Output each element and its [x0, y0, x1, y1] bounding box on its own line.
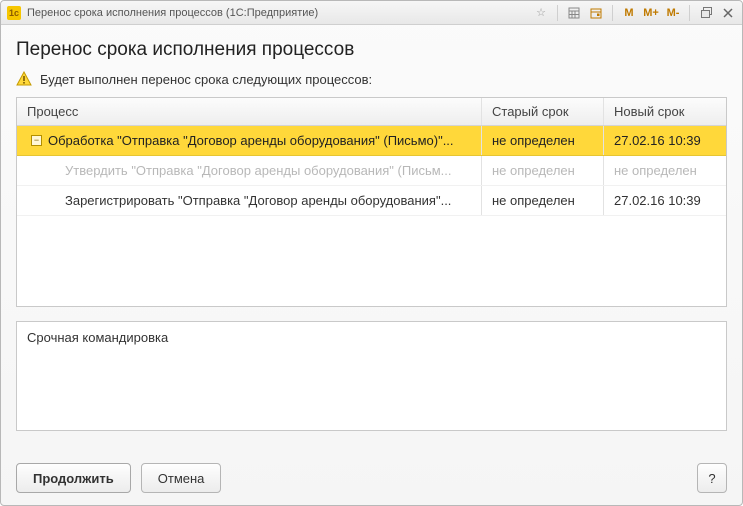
window-title: Перенос срока исполнения процессов (1С:П… — [27, 7, 531, 19]
calculator-icon[interactable] — [564, 4, 584, 22]
column-header-old-deadline[interactable]: Старый срок — [482, 98, 604, 125]
close-icon[interactable] — [718, 4, 738, 22]
maximize-icon[interactable] — [696, 4, 716, 22]
titlebar-toolbar: ☆ M M+ M- — [531, 4, 738, 22]
comment-field-wrap — [16, 321, 727, 431]
column-header-new-deadline[interactable]: Новый срок — [604, 98, 726, 125]
cell-old-deadline: не определен — [482, 126, 604, 155]
cell-process: Зарегистрировать "Отправка "Договор арен… — [17, 186, 482, 215]
memory-mminus-button[interactable]: M- — [663, 4, 683, 22]
memory-mplus-button[interactable]: M+ — [641, 4, 661, 22]
info-text: Будет выполнен перенос срока следующих п… — [40, 72, 372, 87]
info-row: Будет выполнен перенос срока следующих п… — [16, 71, 727, 87]
tree-collapse-icon[interactable]: − — [31, 135, 42, 146]
page-title: Перенос срока исполнения процессов — [16, 39, 727, 61]
footer: Продолжить Отмена ? — [1, 453, 742, 505]
cell-new-deadline: 27.02.16 10:39 — [604, 126, 726, 155]
separator — [557, 5, 558, 21]
table-row[interactable]: Утвердить "Отправка "Договор аренды обор… — [17, 156, 726, 186]
cell-old-deadline: не определен — [482, 186, 604, 215]
cell-process: −Обработка "Отправка "Договор аренды обо… — [17, 126, 482, 155]
column-header-process[interactable]: Процесс — [17, 98, 482, 125]
table-header: Процесс Старый срок Новый срок — [17, 98, 726, 126]
cell-new-deadline: не определен — [604, 156, 726, 185]
table-row[interactable]: −Обработка "Отправка "Договор аренды обо… — [17, 126, 726, 156]
warning-icon — [16, 71, 32, 87]
calendar-icon[interactable] — [586, 4, 606, 22]
process-name: Утвердить "Отправка "Договор аренды обор… — [65, 163, 452, 178]
content-area: Перенос срока исполнения процессов Будет… — [1, 25, 742, 453]
cell-new-deadline: 27.02.16 10:39 — [604, 186, 726, 215]
favorite-icon[interactable]: ☆ — [531, 4, 551, 22]
help-button[interactable]: ? — [697, 463, 727, 493]
cancel-button[interactable]: Отмена — [141, 463, 222, 493]
comment-input[interactable] — [17, 322, 726, 430]
window: 1c Перенос срока исполнения процессов (1… — [0, 0, 743, 506]
table-row[interactable]: Зарегистрировать "Отправка "Договор арен… — [17, 186, 726, 216]
process-name: Обработка "Отправка "Договор аренды обор… — [48, 133, 454, 148]
process-name: Зарегистрировать "Отправка "Договор арен… — [65, 193, 451, 208]
process-table: Процесс Старый срок Новый срок −Обработк… — [16, 97, 727, 307]
cell-old-deadline: не определен — [482, 156, 604, 185]
separator — [689, 5, 690, 21]
separator — [612, 5, 613, 21]
memory-m-button[interactable]: M — [619, 4, 639, 22]
titlebar: 1c Перенос срока исполнения процессов (1… — [1, 1, 742, 25]
table-body: −Обработка "Отправка "Договор аренды обо… — [17, 126, 726, 306]
app-logo-icon: 1c — [7, 6, 21, 20]
cell-process: Утвердить "Отправка "Договор аренды обор… — [17, 156, 482, 185]
continue-button[interactable]: Продолжить — [16, 463, 131, 493]
